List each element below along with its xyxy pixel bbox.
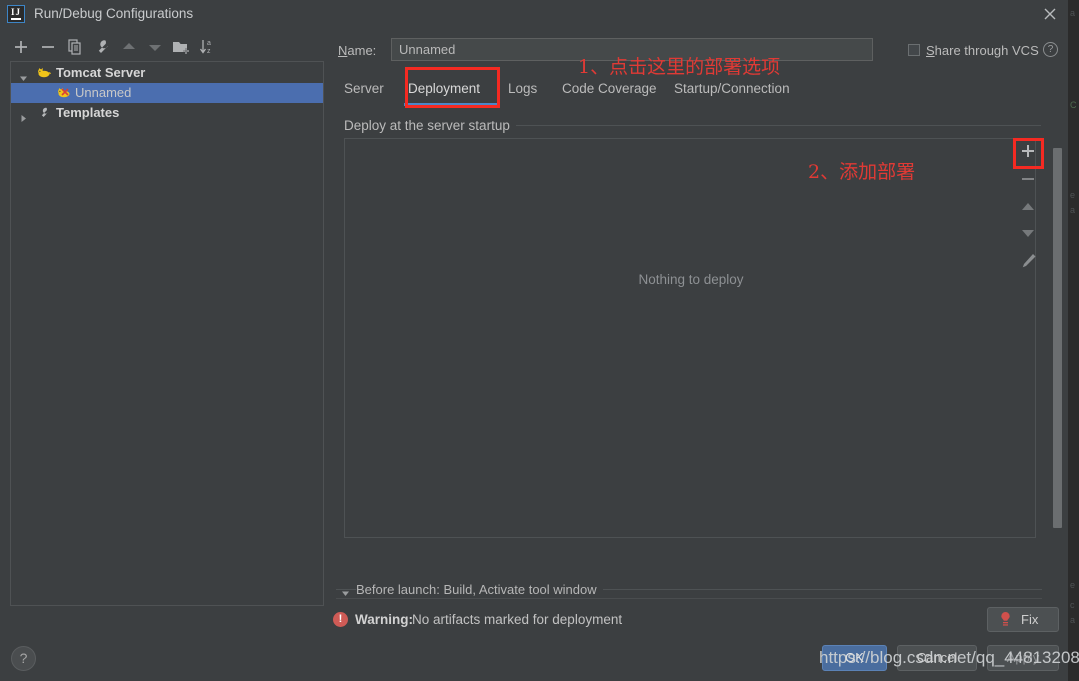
configurations-toolbar: a z	[0, 36, 330, 62]
configurations-tree[interactable]: Tomcat Server Unnamed Templates	[10, 61, 324, 606]
warning-icon	[1000, 612, 1011, 627]
new-folder-button[interactable]	[170, 36, 192, 58]
wrench-icon	[37, 106, 51, 126]
tree-item-templates[interactable]: Templates	[11, 103, 323, 123]
warning-message: No artifacts marked for deployment	[412, 612, 623, 627]
name-label: Name:	[338, 43, 376, 58]
svg-text:z: z	[207, 48, 211, 55]
name-label-mnemonic: N	[338, 43, 348, 58]
move-up-button[interactable]	[118, 36, 140, 58]
sort-configurations-button[interactable]: a z	[196, 36, 218, 58]
background-ghost-text: a	[1070, 8, 1076, 18]
edit-artifact-button[interactable]	[1014, 248, 1042, 274]
tree-item-label: Tomcat Server	[56, 65, 146, 80]
copy-configuration-button[interactable]	[64, 36, 86, 58]
svg-text:a: a	[207, 40, 211, 47]
tree-item-label: Unnamed	[75, 85, 132, 100]
chevron-right-icon[interactable]	[19, 109, 28, 122]
close-icon[interactable]	[1040, 4, 1060, 24]
watermark-text: https://blog.csdn.net/qq_44813208	[819, 648, 1079, 667]
name-input-value: Unnamed	[399, 42, 456, 57]
deploy-group-title: Deploy at the server startup	[344, 118, 516, 133]
tab-logs[interactable]: Logs	[508, 76, 537, 102]
tree-item-tomcat-server[interactable]: Tomcat Server	[11, 63, 323, 83]
background-ghost-text: c	[1070, 600, 1075, 610]
tab-server[interactable]: Server	[344, 76, 384, 102]
background-ghost-text: e	[1070, 580, 1076, 590]
dialog-body: IJ Run/Debug Configurations a z Tomcat S…	[0, 0, 1079, 681]
run-debug-configurations-window: C a e a e c a IJ Run/Debug Configuration…	[0, 0, 1079, 681]
add-configuration-button[interactable]	[10, 36, 32, 58]
warning-separator	[336, 598, 1042, 599]
deployment-artifacts-panel[interactable]: Nothing to deploy	[344, 138, 1036, 538]
move-down-button[interactable]	[144, 36, 166, 58]
edit-templates-button[interactable]	[91, 36, 113, 58]
ide-background-right-strip: C a e a e c a	[1068, 0, 1079, 681]
remove-artifact-button[interactable]	[1014, 166, 1042, 192]
tree-item-label: Templates	[56, 105, 120, 120]
annotation-step-1: 1、点击这里的部署选项	[578, 56, 781, 78]
chevron-down-icon[interactable]	[341, 586, 350, 596]
move-artifact-up-button[interactable]	[1014, 194, 1042, 220]
chevron-down-icon[interactable]	[19, 69, 28, 81]
remove-configuration-button[interactable]	[37, 36, 59, 58]
tree-item-unnamed[interactable]: Unnamed	[11, 83, 323, 103]
share-through-vcs-label: Share through VCS	[926, 43, 1039, 58]
name-label-rest: ame:	[347, 43, 377, 58]
tab-code-coverage[interactable]: Code Coverage	[562, 76, 657, 102]
annotation-highlight-add-button	[1013, 138, 1044, 169]
window-title: Run/Debug Configurations	[34, 6, 194, 21]
question-icon[interactable]: ?	[1043, 42, 1058, 57]
move-artifact-down-button[interactable]	[1014, 220, 1042, 246]
before-launch-label[interactable]: Before launch: Build, Activate tool wind…	[356, 582, 603, 597]
help-icon-label: ?	[19, 650, 28, 666]
title-bar: IJ Run/Debug Configurations	[0, 0, 1068, 28]
warning-prefix: Warning:	[355, 612, 413, 627]
background-ghost-text: a	[1070, 615, 1076, 625]
nothing-to-deploy-label: Nothing to deploy	[638, 272, 744, 287]
vcs-mnemonic: S	[926, 43, 935, 58]
background-ghost-text: a	[1070, 205, 1076, 215]
content-scrollbar-thumb[interactable]	[1053, 148, 1062, 528]
share-through-vcs-checkbox[interactable]	[908, 44, 920, 56]
warning-icon: !	[333, 612, 348, 627]
help-icon[interactable]: ?	[11, 646, 36, 671]
tab-startup-connection[interactable]: Startup/Connection	[674, 76, 790, 102]
annotation-step-2: 2、添加部署	[808, 161, 916, 183]
background-ghost-text: C	[1070, 100, 1077, 110]
intellij-idea-icon: IJ	[7, 5, 25, 23]
background-ghost-text: e	[1070, 190, 1076, 200]
vcs-label-rest: hare through VCS	[934, 43, 1039, 58]
annotation-highlight-deployment-tab	[405, 67, 500, 108]
fix-button[interactable]: Fix	[987, 607, 1059, 632]
fix-button-label: Fix	[1021, 612, 1039, 627]
